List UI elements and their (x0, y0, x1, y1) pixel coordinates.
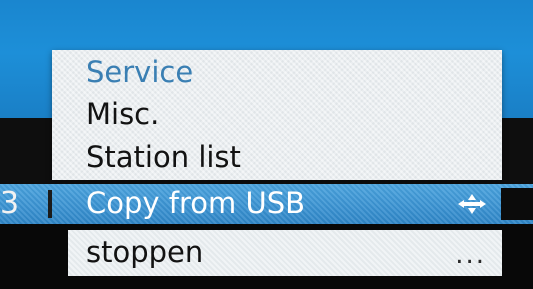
screen: Service Misc. Station list 3 Copy from U… (0, 0, 533, 289)
menu-item-copy-from-usb[interactable]: 3 Copy from USB (0, 184, 533, 224)
divider (48, 190, 52, 218)
menu-item-misc[interactable]: Misc. (86, 100, 159, 129)
stop-label: stoppen (86, 235, 204, 269)
left-indicator: 3 (0, 186, 20, 221)
selected-item-label: Copy from USB (86, 186, 306, 220)
stop-button[interactable]: stoppen ... (68, 230, 502, 276)
more-icon: ... (455, 240, 486, 270)
menu-header-service: Service (86, 55, 194, 89)
row-right-edge (501, 188, 533, 220)
four-way-arrows-icon (452, 192, 492, 216)
menu-item-station-list[interactable]: Station list (86, 143, 241, 172)
